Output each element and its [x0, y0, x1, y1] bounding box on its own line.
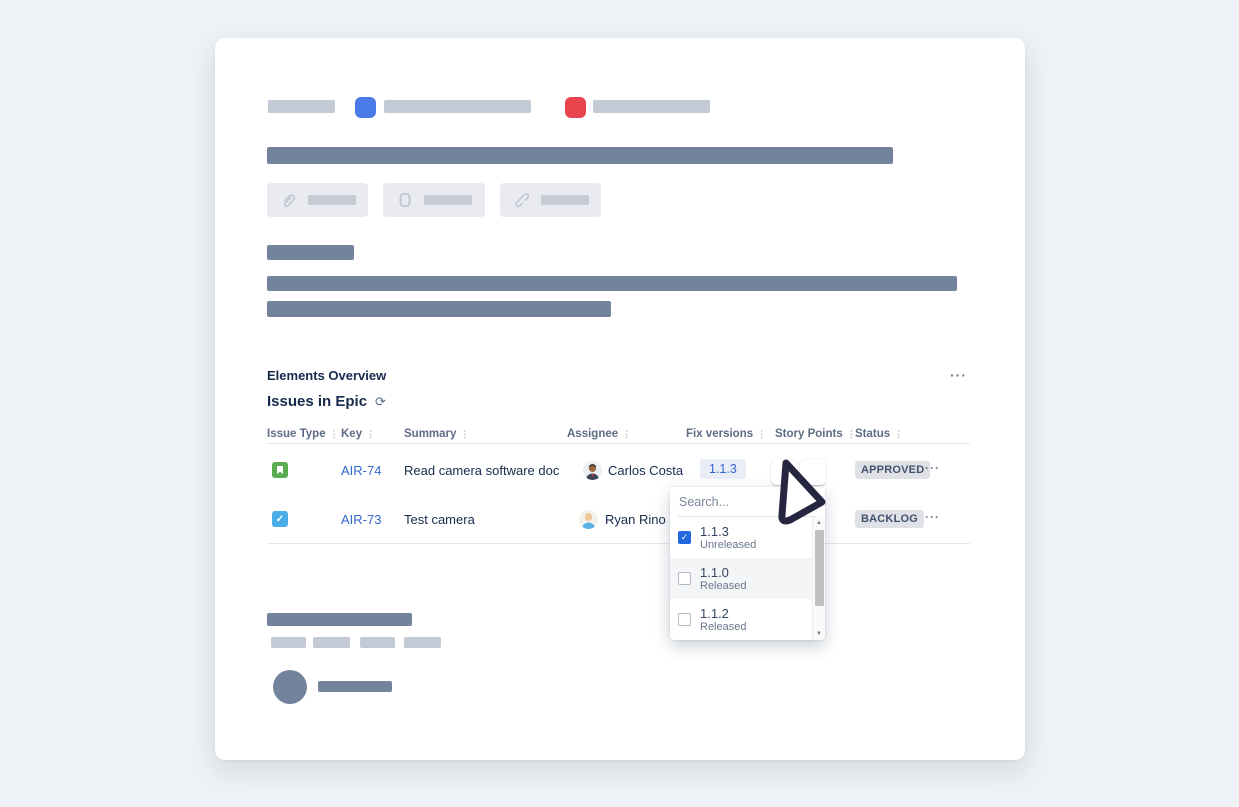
checkbox-icon[interactable] [678, 613, 691, 626]
story-icon [272, 462, 288, 478]
refresh-icon[interactable]: ⟳ [375, 394, 386, 409]
version-option[interactable]: 1.1.2 Released [670, 599, 812, 640]
table-bottom-divider [267, 543, 970, 544]
column-menu-icon: ⋮ [894, 429, 903, 439]
column-header-story-points[interactable]: Story Points⋮ [775, 428, 856, 440]
version-state: Unreleased [700, 539, 756, 552]
checkbox-icon[interactable]: ✓ [678, 531, 691, 544]
avatar [583, 461, 602, 480]
avatar-placeholder [273, 670, 307, 704]
skeleton-chip-blue [355, 97, 376, 118]
status-badge[interactable]: BACKLOG [855, 510, 924, 528]
column-menu-icon: ⋮ [622, 429, 631, 439]
issue-key-link[interactable]: AIR-74 [341, 463, 381, 478]
version-label: 1.1.2 [700, 606, 746, 621]
avatar [579, 510, 598, 529]
issue-key-link[interactable]: AIR-73 [341, 512, 381, 527]
column-menu-icon: ⋮ [757, 429, 766, 439]
inline-edit-confirm-button[interactable] [771, 459, 797, 485]
column-header-summary[interactable]: Summary⋮ [404, 428, 469, 440]
skeleton-bar [267, 301, 611, 317]
link-button[interactable] [500, 183, 601, 217]
skeleton-bar [593, 100, 710, 113]
version-option[interactable]: ✓ 1.1.3 Unreleased [670, 517, 812, 558]
column-header-status[interactable]: Status⋮ [855, 428, 903, 440]
status-badge[interactable]: APPROVED [855, 461, 930, 479]
fix-versions-dropdown: ✓ 1.1.3 Unreleased 1.1.0 Released 1.1.2 … [670, 487, 825, 640]
skeleton-bar [267, 245, 354, 260]
version-label: 1.1.3 [700, 524, 756, 539]
skeleton-chip-red [565, 97, 586, 118]
skeleton-label [541, 195, 589, 205]
version-state: Released [700, 580, 746, 593]
skeleton-label [424, 195, 472, 205]
bookmark-glyph [275, 465, 285, 475]
checkbox-outline-icon [396, 191, 414, 209]
skeleton-bar [360, 637, 395, 648]
version-state: Released [700, 621, 746, 634]
skeleton-bar [384, 100, 531, 113]
paperclip-icon [280, 191, 298, 209]
section-menu-icon[interactable]: ··· [950, 367, 967, 383]
version-option[interactable]: 1.1.0 Released [670, 558, 812, 599]
skeleton-bar [268, 100, 335, 113]
row-menu-icon[interactable]: ··· [925, 510, 940, 524]
column-header-fix-versions[interactable]: Fix versions⋮ [686, 428, 766, 440]
issue-summary[interactable]: Test camera [404, 512, 475, 527]
scroll-thumb[interactable] [815, 530, 824, 606]
version-label: 1.1.0 [700, 565, 746, 580]
skeleton-bar [404, 637, 441, 648]
row-menu-icon[interactable]: ··· [925, 461, 940, 475]
column-header-issue-type[interactable]: Issue Type⋮ [267, 428, 339, 440]
link-icon [513, 191, 531, 209]
skeleton-bar [318, 681, 392, 692]
scroll-down-icon[interactable]: ▼ [813, 628, 825, 640]
scroll-up-icon[interactable]: ▲ [813, 517, 825, 529]
skeleton-title-bar [267, 147, 893, 164]
skeleton-label [308, 195, 356, 205]
column-menu-icon: ⋮ [330, 429, 339, 439]
attach-button[interactable] [267, 183, 368, 217]
task-icon: ✓ [272, 511, 288, 527]
check-glyph: ✓ [276, 514, 284, 525]
issue-summary[interactable]: Read camera software doc [404, 463, 559, 478]
skeleton-bar [313, 637, 350, 648]
epic-title: Issues in Epic [267, 393, 367, 410]
skeleton-bar [267, 276, 957, 291]
column-menu-icon: ⋮ [460, 429, 469, 439]
skeleton-bar [267, 613, 412, 626]
search-input[interactable] [670, 487, 825, 517]
assignee-name: Ryan Rino [605, 512, 666, 527]
column-menu-icon: ⋮ [366, 429, 375, 439]
inline-edit-cancel-button[interactable] [800, 459, 826, 485]
scrollbar[interactable]: ▲ ▼ [812, 517, 825, 640]
checkbox-button[interactable] [383, 183, 485, 217]
table-header-divider [267, 443, 970, 444]
issue-detail-card: Elements Overview ··· Issues in Epic ⟳ Is… [215, 38, 1025, 760]
skeleton-bar [271, 637, 306, 648]
column-header-key[interactable]: Key⋮ [341, 428, 375, 440]
column-header-assignee[interactable]: Assignee⋮ [567, 428, 631, 440]
fix-version-tag[interactable]: 1.1.3 [700, 459, 746, 479]
dropdown-search [670, 487, 825, 517]
checkbox-icon[interactable] [678, 572, 691, 585]
assignee-name: Carlos Costa [608, 463, 683, 478]
section-title: Elements Overview [267, 368, 386, 383]
